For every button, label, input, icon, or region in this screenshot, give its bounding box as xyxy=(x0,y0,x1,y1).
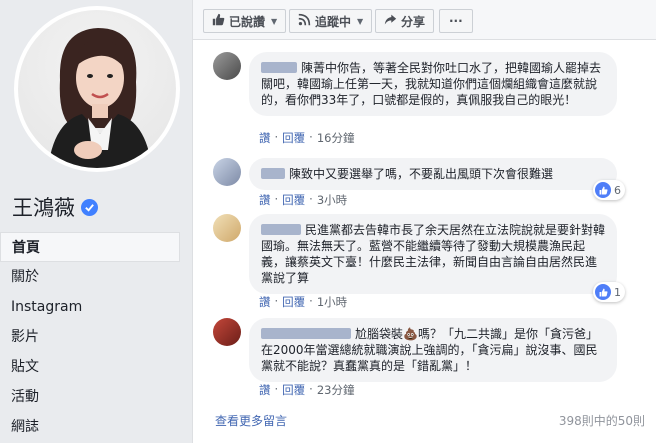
comment-bubble: 尬腦袋裝💩嗎？「九二共識」是你「貪污爸」在2000年當選總統就職演說上強調的，「… xyxy=(249,318,617,382)
page-action-bar: 已說讚 ▼ 追蹤中 ▼ 分享 ··· xyxy=(193,0,656,40)
rss-follow-icon xyxy=(298,13,311,29)
verified-badge-icon xyxy=(81,198,98,216)
nav-item-home[interactable]: 首頁 xyxy=(0,232,180,262)
comment-bubble: 陳菁中你告，等著全民對你吐口水了，把韓國瑜人罷掉去關吧，韓國瑜上任第一天，我就知… xyxy=(249,52,617,116)
comment-timestamp[interactable]: 1小時 xyxy=(317,294,347,310)
liked-button[interactable]: 已說讚 ▼ xyxy=(203,9,287,33)
comment-text: 陳致中又要選舉了嗎，不要亂出風頭下次會很難選 xyxy=(289,167,554,181)
left-column: 王鴻薇 首頁 關於 Instagram 影片 貼文 活動 網誌 xyxy=(0,0,192,443)
comments-card: 已說讚 ▼ 追蹤中 ▼ 分享 ··· 陳菁中你告，等著全民對你吐口水了，把韓國瑜… xyxy=(192,0,656,443)
commenter-avatar[interactable] xyxy=(213,214,241,242)
nav-item-posts[interactable]: 貼文 xyxy=(0,352,180,382)
nav-item-about[interactable]: 關於 xyxy=(0,262,180,292)
comment-actions: 讚 · 回覆 · 3小時 xyxy=(259,192,348,208)
commenter-avatar[interactable] xyxy=(213,158,241,186)
reaction-count[interactable]: 1 xyxy=(593,282,625,302)
more-options-button[interactable]: ··· xyxy=(439,9,473,33)
page-navigation: 首頁 關於 Instagram 影片 貼文 活動 網誌 xyxy=(0,232,180,442)
following-label: 追蹤中 xyxy=(315,14,352,29)
comment-timestamp[interactable]: 3小時 xyxy=(317,192,347,208)
reaction-number: 1 xyxy=(614,285,621,299)
nav-item-instagram[interactable]: Instagram xyxy=(0,292,180,322)
share-button[interactable]: 分享 xyxy=(375,9,435,33)
like-comment-link[interactable]: 讚 xyxy=(259,130,271,146)
comment-counter: 398則中的50則 xyxy=(558,414,645,428)
comment-text: 民進黨都去告韓市長了余天居然在立法院說就是要針對韓國瑜。無法無天了。藍營不能繼續… xyxy=(261,223,606,285)
share-arrow-icon xyxy=(384,13,397,29)
comment-bubble: 民進黨都去告韓市長了余天居然在立法院說就是要針對韓國瑜。無法無天了。藍營不能繼續… xyxy=(249,214,617,294)
comment-timestamp[interactable]: 23分鐘 xyxy=(317,382,355,398)
comment-actions: 讚 · 回覆 · 1小時 xyxy=(259,294,348,310)
like-reaction-icon xyxy=(595,284,611,300)
comment-bubble: 陳致中又要選舉了嗎，不要亂出風頭下次會很難選 xyxy=(249,158,617,190)
nav-item-events[interactable]: 活動 xyxy=(0,382,180,412)
like-comment-link[interactable]: 讚 xyxy=(259,294,271,310)
profile-photo-illustration xyxy=(48,28,152,168)
reply-comment-link[interactable]: 回覆 xyxy=(282,294,305,310)
commenter-name[interactable] xyxy=(261,328,351,339)
more-options-icon: ··· xyxy=(449,14,463,28)
like-reaction-icon xyxy=(595,182,611,198)
commenter-name[interactable] xyxy=(261,224,301,235)
share-label: 分享 xyxy=(401,14,426,29)
liked-label: 已說讚 xyxy=(229,14,266,29)
comment-text: 陳菁中你告，等著全民對你吐口水了，把韓國瑜人罷掉去關吧，韓國瑜上任第一天，我就知… xyxy=(261,61,602,107)
following-button[interactable]: 追蹤中 ▼ xyxy=(289,9,373,33)
chevron-down-icon: ▼ xyxy=(357,16,364,26)
reply-comment-link[interactable]: 回覆 xyxy=(282,382,305,398)
nav-item-notes[interactable]: 網誌 xyxy=(0,412,180,442)
reply-comment-link[interactable]: 回覆 xyxy=(282,130,305,146)
commenter-name[interactable] xyxy=(261,62,297,73)
comment-actions: 讚 · 回覆 · 16分鐘 xyxy=(259,130,355,146)
commenter-name[interactable] xyxy=(261,168,285,179)
commenter-avatar[interactable] xyxy=(213,318,241,346)
thumbs-up-icon xyxy=(212,13,225,29)
profile-picture[interactable] xyxy=(14,6,180,172)
reaction-count[interactable]: 6 xyxy=(593,180,625,200)
chevron-down-icon: ▼ xyxy=(271,16,278,26)
commenter-avatar[interactable] xyxy=(213,52,241,80)
nav-item-videos[interactable]: 影片 xyxy=(0,322,180,352)
comment-actions: 讚 · 回覆 · 23分鐘 xyxy=(259,382,355,398)
page-name-text: 王鴻薇 xyxy=(12,196,75,220)
reply-comment-link[interactable]: 回覆 xyxy=(282,192,305,208)
like-comment-link[interactable]: 讚 xyxy=(259,382,271,398)
reaction-number: 6 xyxy=(614,183,621,197)
view-more-comments-link[interactable]: 查看更多留言 xyxy=(215,412,287,429)
page-name[interactable]: 王鴻薇 xyxy=(12,192,98,222)
like-comment-link[interactable]: 讚 xyxy=(259,192,271,208)
comment-timestamp[interactable]: 16分鐘 xyxy=(317,130,355,146)
